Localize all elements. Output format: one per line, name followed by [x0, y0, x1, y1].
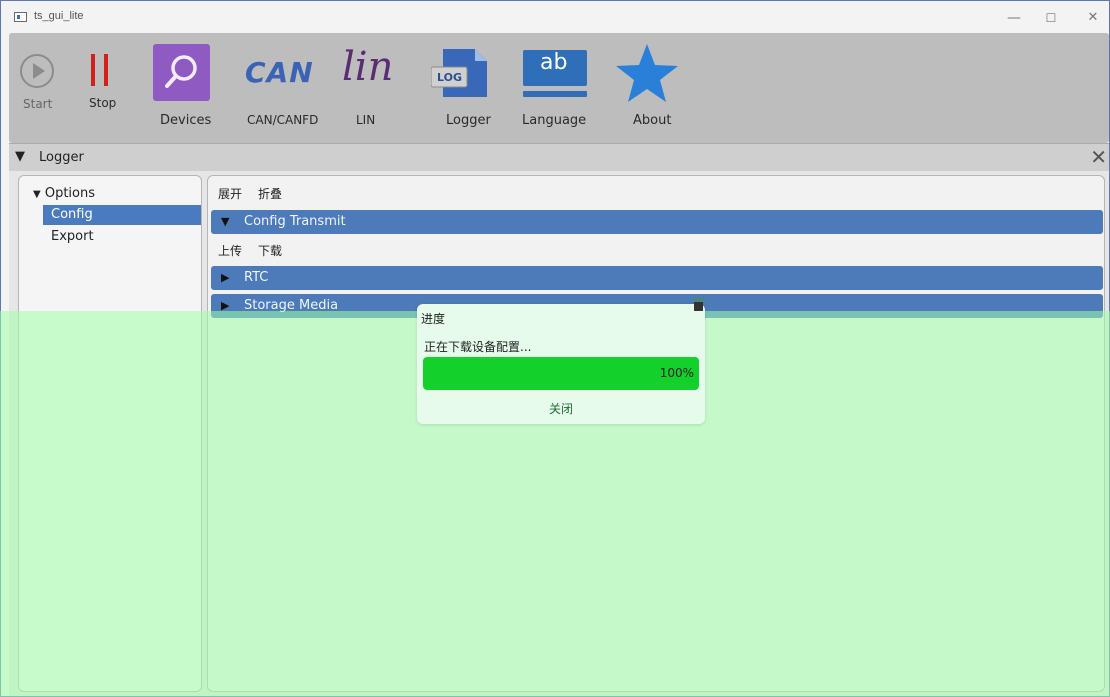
- window-title: ts_gui_lite: [34, 10, 84, 22]
- tree-item-config[interactable]: Config: [43, 205, 201, 225]
- language-label: Language: [522, 113, 587, 128]
- stop-label: Stop: [89, 96, 117, 110]
- section-label: RTC: [244, 270, 269, 285]
- log-icon-text: LOG: [437, 71, 462, 84]
- logger-panel-title: Logger: [39, 150, 84, 165]
- start-label: Start: [23, 97, 53, 111]
- toolbar: Start Stop Devices CAN CAN/CANFD lin LIN…: [9, 33, 1109, 143]
- upload-button[interactable]: 上传: [215, 241, 245, 261]
- progress-dialog: 进度 正在下载设备配置... 100% 关闭: [417, 298, 705, 424]
- language-icon-text: ab: [540, 50, 568, 75]
- can-icon: CAN: [245, 56, 314, 89]
- dialog-title: 进度: [421, 312, 446, 326]
- tree-root-options[interactable]: ▼ Options: [33, 186, 95, 201]
- collapsed-triangle-icon: ▶: [221, 271, 230, 284]
- minimize-button[interactable]: —: [999, 8, 1029, 28]
- progress-fill: [423, 357, 699, 390]
- lin-label: LIN: [356, 113, 376, 127]
- dialog-status-icon: [693, 298, 705, 311]
- section-config-transmit[interactable]: ▼ Config Transmit: [211, 210, 1103, 234]
- dialog-close-button[interactable]: 关闭: [417, 400, 705, 417]
- dialog-message: 正在下载设备配置...: [424, 340, 532, 354]
- tree-root-label: Options: [44, 186, 96, 201]
- close-panel-icon[interactable]: ✕: [1090, 145, 1107, 169]
- download-button[interactable]: 下载: [255, 241, 285, 261]
- tree-item-export[interactable]: Export: [43, 227, 201, 247]
- expanded-triangle-icon: ▼: [221, 215, 230, 228]
- logger-panel-header[interactable]: ▼ Logger ✕: [9, 143, 1109, 172]
- about-label: About: [633, 113, 672, 128]
- progress-bar: 100%: [423, 357, 699, 390]
- collapse-all-button[interactable]: 折叠: [255, 184, 285, 204]
- can-label: CAN/CANFD: [247, 113, 319, 127]
- logger-label: Logger: [446, 113, 491, 128]
- progress-text: 100%: [659, 366, 694, 380]
- collapse-triangle-icon[interactable]: ▼: [15, 149, 25, 164]
- play-icon: [20, 54, 54, 88]
- title-bar: ts_gui_lite — ☐ ✕: [2, 2, 1108, 33]
- pause-icon: [91, 54, 108, 86]
- devices-search-icon: [153, 44, 210, 101]
- star-icon: [616, 44, 678, 102]
- close-window-button[interactable]: ✕: [1078, 8, 1108, 28]
- lin-icon: lin: [342, 44, 394, 90]
- app-icon: [14, 12, 27, 22]
- section-rtc[interactable]: ▶ RTC: [211, 266, 1103, 290]
- section-label: Config Transmit: [244, 214, 346, 229]
- expand-triangle-icon: ▼: [33, 189, 41, 200]
- maximize-button[interactable]: ☐: [1036, 8, 1066, 28]
- expand-all-button[interactable]: 展开: [215, 184, 245, 204]
- devices-label: Devices: [160, 113, 212, 128]
